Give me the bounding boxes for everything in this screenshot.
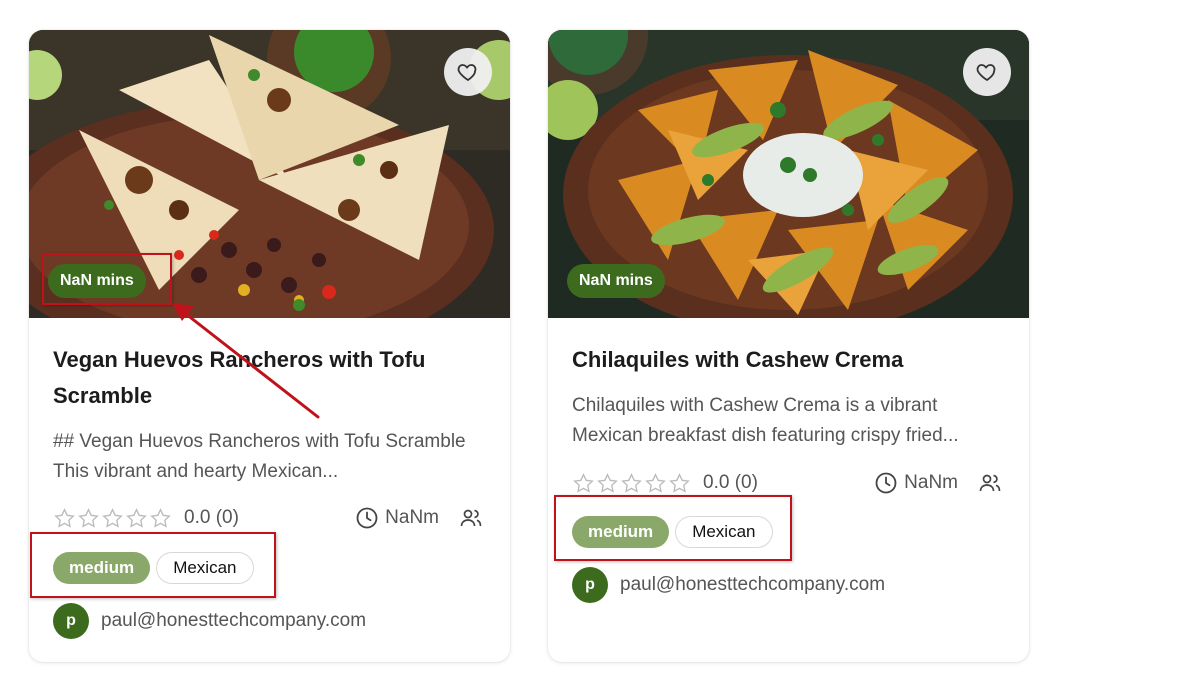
people-icon [979, 474, 1001, 492]
clock-icon [356, 507, 378, 529]
recipe-card[interactable]: NaN mins Vegan Huevos Rancheros with Tof… [29, 30, 510, 662]
cook-time-text: NaNm [904, 472, 958, 493]
clock-icon [875, 472, 897, 494]
heart-icon [457, 64, 477, 81]
cuisine-tag[interactable]: Mexican [675, 516, 773, 548]
star-outline-icon [78, 507, 99, 528]
cook-time-badge: NaN mins [48, 264, 146, 298]
recipe-photo-quesadilla[interactable]: NaN mins [29, 30, 510, 318]
author-row[interactable]: p paul@honesttechcompany.com [53, 603, 366, 639]
people-icon [460, 509, 482, 527]
rating-stars[interactable] [572, 472, 691, 495]
recipe-card[interactable]: NaN mins Chilaquiles with Cashew Crema C… [548, 30, 1029, 662]
heart-icon [976, 64, 996, 81]
rating-value: 0.0 (0) [184, 507, 239, 528]
star-outline-icon [126, 507, 147, 528]
recipe-title[interactable]: Vegan Huevos Rancheros with Tofu Scrambl… [53, 342, 483, 414]
author-row[interactable]: p paul@honesttechcompany.com [572, 567, 885, 603]
recipe-tags: medium Mexican [53, 552, 254, 584]
star-outline-icon [669, 472, 690, 493]
author-email: paul@honesttechcompany.com [101, 610, 367, 631]
recipe-description: ## Vegan Huevos Rancheros with Tofu Scra… [53, 431, 466, 482]
rating-value: 0.0 (0) [703, 472, 758, 493]
star-outline-icon [150, 507, 171, 528]
recipe-description: Chilaquiles with Cashew Crema is a vibra… [572, 395, 959, 446]
time-servings: NaNm [874, 471, 1002, 495]
star-outline-icon [645, 472, 666, 493]
author-email: paul@honesttechcompany.com [620, 574, 886, 595]
favorite-button[interactable] [444, 48, 492, 96]
recipe-meta-row: 0.0 (0) NaNm [572, 469, 1002, 497]
rating-stars[interactable] [53, 507, 172, 530]
recipe-tags: medium Mexican [572, 516, 773, 548]
cook-time-badge: NaN mins [567, 264, 665, 298]
time-servings: NaNm [355, 506, 483, 530]
star-outline-icon [597, 472, 618, 493]
avatar: p [572, 567, 608, 603]
star-outline-icon [621, 472, 642, 493]
recipe-title[interactable]: Chilaquiles with Cashew Crema [572, 342, 1002, 378]
recipe-photo-chilaquiles[interactable]: NaN mins [548, 30, 1029, 318]
star-outline-icon [573, 472, 594, 493]
difficulty-tag[interactable]: medium [53, 552, 151, 584]
cook-time-text: NaNm [385, 507, 439, 528]
star-outline-icon [102, 507, 123, 528]
star-outline-icon [54, 507, 75, 528]
recipe-meta-row: 0.0 (0) NaNm [53, 504, 483, 532]
cuisine-tag[interactable]: Mexican [156, 552, 254, 584]
difficulty-tag[interactable]: medium [572, 516, 670, 548]
favorite-button[interactable] [963, 48, 1011, 96]
avatar: p [53, 603, 89, 639]
